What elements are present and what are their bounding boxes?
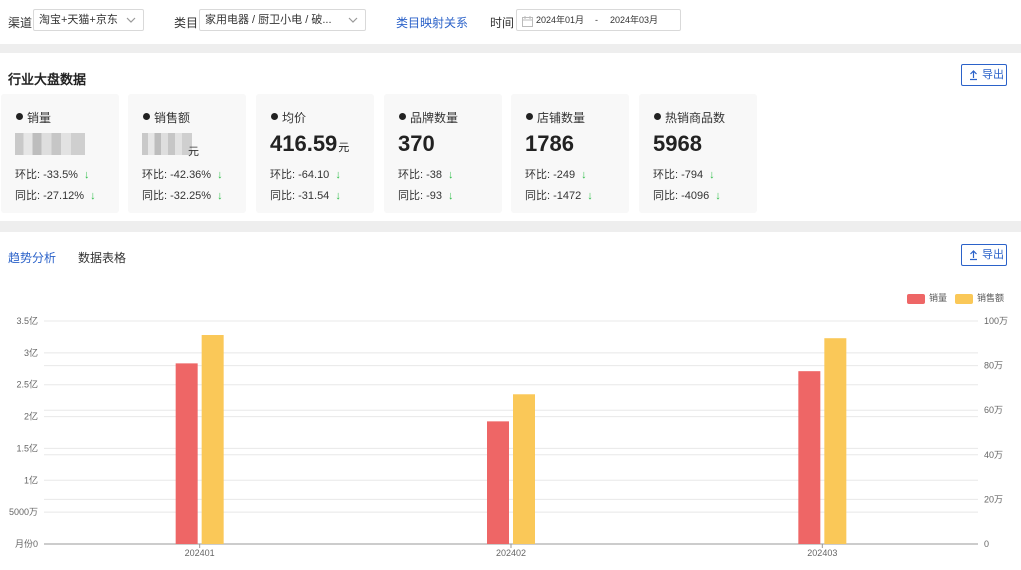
arrow-down-icon: ↓: [90, 190, 96, 202]
arrow-down-icon: ↓: [217, 190, 223, 202]
metric-yoy: 同比: -1472 ↓: [525, 190, 593, 202]
arrow-down-icon: ↓: [335, 169, 341, 181]
bar-sales-volume: [175, 363, 198, 544]
section-divider: [0, 44, 1021, 53]
bullet-icon: [271, 113, 278, 120]
arrow-down-icon: ↓: [587, 190, 593, 202]
export-label: 导出: [982, 69, 1004, 81]
metric-unit: 元: [188, 146, 199, 158]
chevron-down-icon: [348, 10, 358, 30]
bullet-icon: [526, 113, 533, 120]
metric-yoy: 同比: -93 ↓: [398, 190, 454, 202]
industry-overview-panel: 行业大盘数据 导出 销量 环比: -33.5% ↓ 同比: -27.12% ↓ 销售…: [0, 53, 1021, 221]
metric-card-hot-products[interactable]: 热销商品数 5968 环比: -794 ↓ 同比: -4096 ↓: [639, 94, 757, 213]
metric-card-avg-price[interactable]: 均价 416.59元 环比: -64.10 ↓ 同比: -31.54 ↓: [256, 94, 374, 213]
arrow-down-icon: ↓: [715, 190, 721, 202]
left-axis-tick-label: 3亿: [24, 347, 38, 358]
chevron-down-icon: [126, 10, 136, 30]
right-axis-tick-label: 80万: [984, 361, 1003, 371]
arrow-down-icon: ↓: [581, 169, 587, 181]
arrow-down-icon: ↓: [83, 169, 90, 181]
metric-yoy: 同比: -4096 ↓: [653, 190, 721, 202]
metric-card-sales-amount[interactable]: 销售额 元 环比: -42.36% ↓ 同比: -32.25% ↓: [128, 94, 246, 213]
trend-bar-chart: 月份0 5000万 1亿 1.5亿 2亿 2.5亿 3亿 3.5亿 0 20万 40万 60万 80万 1…: [9, 315, 1008, 558]
x-axis-tick-label: 202402: [496, 548, 526, 558]
metric-value: 1786: [525, 131, 574, 156]
bar-sales-amount: [513, 394, 535, 544]
metric-mom: 环比: -794 ↓: [653, 169, 715, 181]
category-select[interactable]: 家用电器 / 厨卫小电 / 破...: [199, 9, 366, 31]
metric-value: 5968: [653, 131, 702, 156]
category-label: 类目: [174, 16, 199, 30]
metric-yoy: 同比: -31.54 ↓: [270, 190, 341, 202]
bullet-icon: [399, 113, 406, 120]
industry-export-button[interactable]: 导出: [961, 64, 1007, 86]
date-start[interactable]: 2024年01月: [536, 10, 584, 30]
arrow-down-icon: ↓: [217, 169, 223, 181]
date-end[interactable]: 2024年03月: [610, 10, 658, 30]
bar-sales-volume: [487, 421, 509, 544]
channel-select[interactable]: 淘宝+天猫+京东: [33, 9, 144, 31]
industry-title: 行业大盘数据: [8, 72, 87, 87]
left-axis-tick-label: 2.5亿: [16, 379, 38, 390]
filter-bar: 渠道 淘宝+天猫+京东 类目 家用电器 / 厨卫小电 / 破... 类目映射关系…: [0, 0, 1021, 44]
right-axis-tick-label: 100万: [984, 316, 1008, 326]
metric-name: 均价: [282, 111, 307, 125]
metric-name: 热销商品数: [665, 111, 726, 125]
channel-label: 渠道: [8, 16, 33, 30]
left-axis-tick-label: 5000万: [9, 507, 38, 517]
category-mapping-link[interactable]: 类目映射关系: [396, 14, 468, 31]
x-axis-tick-label: 202403: [807, 548, 837, 558]
metric-card-store-count[interactable]: 店铺数量 1786 环比: -249 ↓ 同比: -1472 ↓: [511, 94, 629, 213]
left-axis-tick-label: 3.5亿: [16, 315, 38, 326]
bar-sales-amount: [824, 338, 847, 544]
metric-value: 370: [398, 131, 435, 156]
x-axis-tick-label: 202401: [185, 548, 215, 558]
metric-name: 店铺数量: [537, 111, 586, 125]
trend-panel: 趋势分析 数据表格 导出 销量 销售额 月份0 5000万 1亿 1.5亿 2亿 2.5亿…: [0, 232, 1021, 570]
left-axis-tick-label: 1.5亿: [16, 442, 38, 453]
channel-select-value: 淘宝+天猫+京东: [39, 14, 118, 26]
metric-card-sales-volume[interactable]: 销量 环比: -33.5% ↓ 同比: -27.12% ↓: [1, 94, 119, 213]
right-axis-tick-label: 20万: [984, 494, 1003, 504]
arrow-down-icon: ↓: [335, 190, 341, 202]
category-select-value: 家用电器 / 厨卫小电 / 破...: [205, 14, 332, 26]
metric-yoy: 同比: -32.25% ↓: [142, 190, 223, 202]
metric-mom: 环比: -64.10 ↓: [270, 169, 341, 181]
metric-mom: 环比: -249 ↓: [525, 169, 587, 181]
bullet-icon: [143, 113, 150, 120]
left-axis-tick-label: 2亿: [24, 411, 38, 422]
blurred-value: [142, 133, 192, 155]
metric-mom: 环比: -42.36% ↓: [142, 169, 223, 181]
time-label: 时间: [490, 16, 515, 30]
right-axis-tick-label: 0: [984, 539, 989, 549]
metric-card-brand-count[interactable]: 品牌数量 370 环比: -38 ↓ 同比: -93 ↓: [384, 94, 502, 213]
metric-unit: 元: [338, 142, 350, 154]
metric-mom: 环比: -33.5% ↓: [15, 169, 90, 181]
bullet-icon: [654, 113, 661, 120]
bullet-icon: [16, 113, 23, 120]
bar-sales-volume: [798, 371, 821, 544]
right-axis-tick-label: 40万: [984, 450, 1003, 460]
arrow-down-icon: ↓: [448, 190, 454, 202]
arrow-down-icon: ↓: [709, 169, 715, 181]
blurred-value: [15, 133, 85, 155]
left-axis-tick-label: 月份0: [15, 538, 38, 549]
bar-sales-amount: [201, 335, 224, 544]
metric-name: 销量: [27, 111, 52, 125]
right-axis-tick-label: 60万: [984, 405, 1003, 415]
metric-name: 销售额: [154, 111, 191, 125]
metric-name: 品牌数量: [410, 111, 459, 125]
metric-value: 416.59元: [270, 131, 350, 156]
date-separator: -: [595, 15, 598, 25]
date-range-picker[interactable]: 2024年01月 - 2024年03月: [516, 9, 681, 31]
arrow-down-icon: ↓: [448, 169, 454, 181]
metric-yoy: 同比: -27.12% ↓: [15, 190, 96, 202]
section-divider: [0, 221, 1021, 232]
upload-icon: [969, 65, 978, 92]
calendar-icon: [522, 14, 533, 34]
metric-mom: 环比: -38 ↓: [398, 169, 454, 181]
left-axis-tick-label: 1亿: [24, 474, 38, 485]
